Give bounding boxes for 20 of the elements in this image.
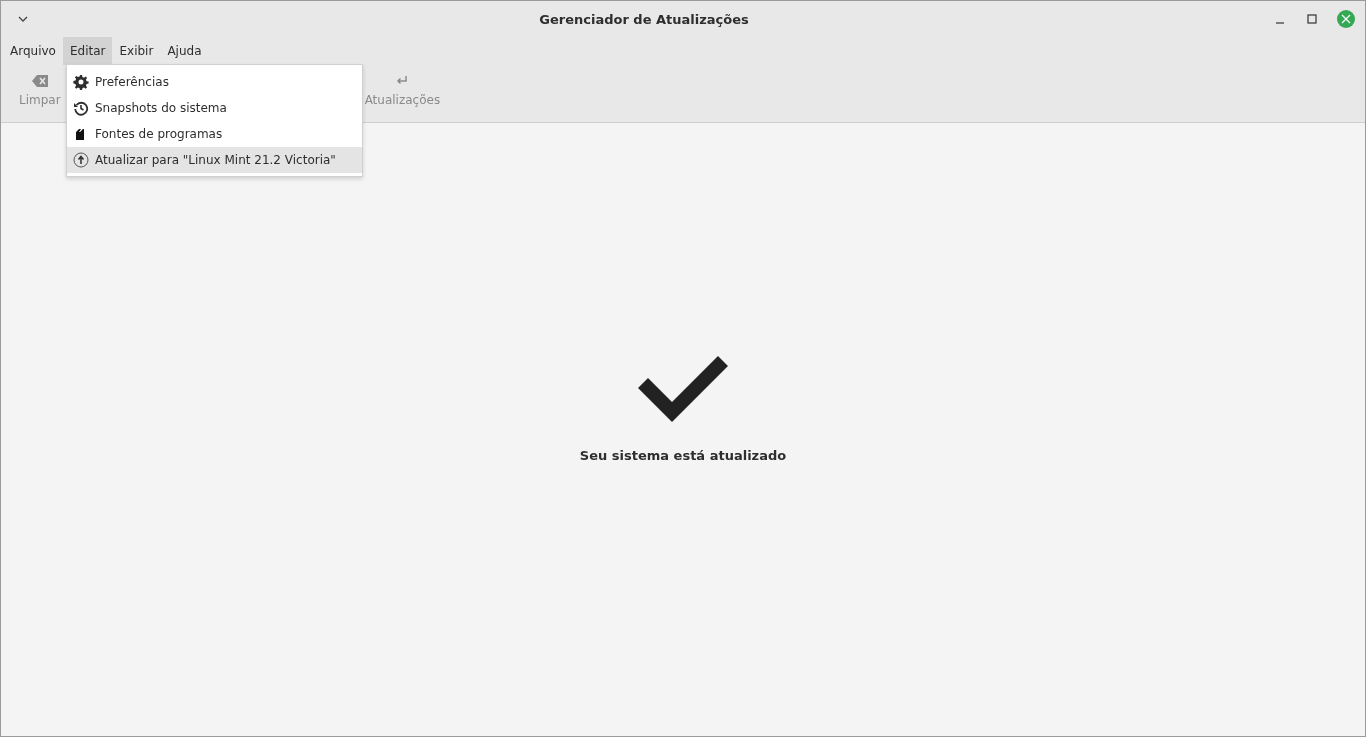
menu-bar-item[interactable]: Exibir — [112, 37, 161, 65]
history-icon — [73, 100, 89, 116]
close-icon — [1341, 14, 1351, 24]
gear-icon — [73, 74, 89, 90]
menu-bar-item[interactable]: Editar — [62, 37, 113, 65]
menu-item[interactable]: Snapshots do sistema — [67, 95, 362, 121]
menu-item[interactable]: Preferências — [67, 69, 362, 95]
menu-bar-item[interactable]: Ajuda — [160, 37, 209, 65]
return-arrow-icon — [396, 75, 409, 87]
close-button[interactable] — [1337, 10, 1355, 28]
upgrade-icon — [73, 152, 89, 168]
menu-item[interactable]: Atualizar para "Linux Mint 21.2 Victoria" — [67, 147, 362, 173]
menu-bar-item[interactable]: Arquivo — [3, 37, 63, 65]
menu-item[interactable]: Fontes de programas — [67, 121, 362, 147]
backspace-icon — [31, 75, 48, 87]
window-title: Gerenciador de Atualizações — [538, 11, 750, 27]
chevron-down-icon[interactable] — [17, 15, 29, 23]
minimize-icon — [1275, 22, 1285, 24]
maximize-icon — [1307, 14, 1317, 24]
status-message: Seu sistema está atualizado — [579, 448, 787, 463]
